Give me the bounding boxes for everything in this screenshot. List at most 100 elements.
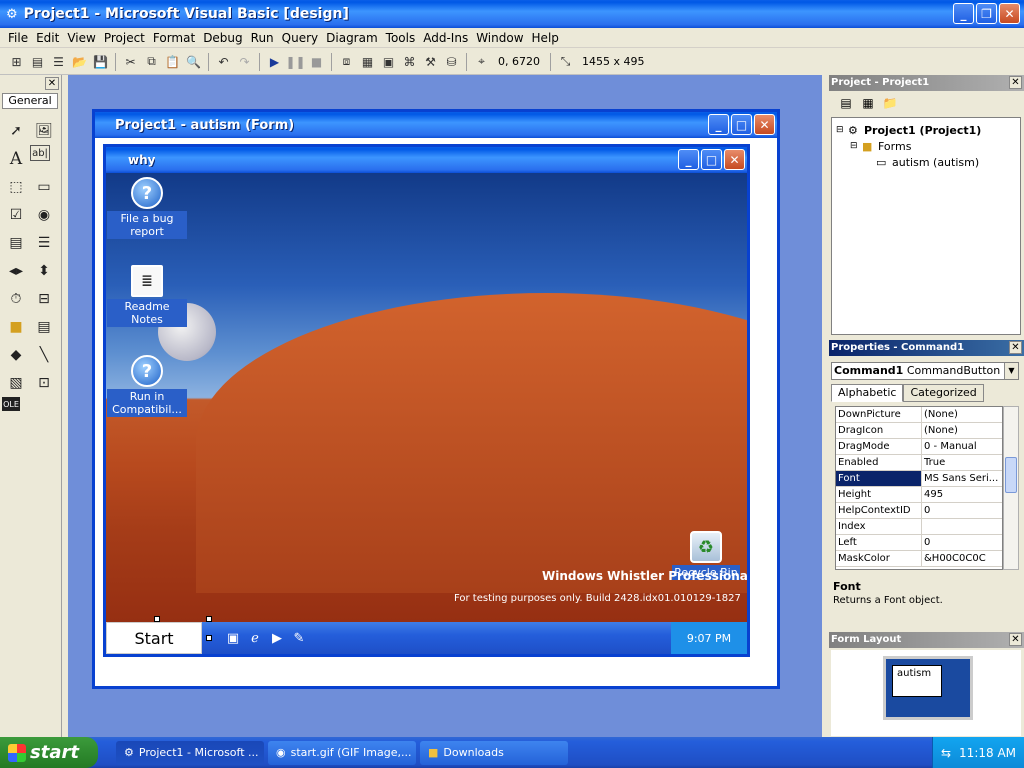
media-icon[interactable]: ▶ <box>266 629 288 647</box>
dirlist-icon[interactable]: ■ <box>2 313 30 341</box>
property-row[interactable]: DownPicture (None) <box>836 407 1002 423</box>
line-icon[interactable]: ╲ <box>30 341 58 369</box>
filelist-icon[interactable]: ▤ <box>30 313 58 341</box>
shape-icon[interactable]: ◆ <box>2 341 30 369</box>
system-clock[interactable]: 11:18 AM <box>959 746 1016 760</box>
menu-file[interactable]: File <box>4 31 32 45</box>
properties-panel-close-button[interactable]: ✕ <box>1009 341 1022 354</box>
redo-icon[interactable]: ↷ <box>234 52 255 72</box>
start-icon[interactable]: ▶ <box>264 52 285 72</box>
menu-edit[interactable]: Edit <box>32 31 63 45</box>
pointer-icon[interactable]: ➚ <box>2 117 30 145</box>
form-maximize-button[interactable]: □ <box>731 114 752 135</box>
desktop-icon-compatibility[interactable]: ? Run in Compatibil... <box>107 355 187 417</box>
property-row[interactable]: Index <box>836 519 1002 535</box>
property-row[interactable]: Enabled True <box>836 455 1002 471</box>
cut-icon[interactable]: ✂ <box>120 52 141 72</box>
desktop-icon[interactable]: ▣ <box>222 629 244 647</box>
command1-start-button[interactable]: Start <box>106 622 202 654</box>
timer-icon[interactable]: ⏱ <box>2 285 30 313</box>
property-value[interactable]: (None) <box>922 423 1002 438</box>
property-row[interactable]: DragIcon (None) <box>836 423 1002 439</box>
undo-icon[interactable]: ↶ <box>213 52 234 72</box>
checkbox-icon[interactable]: ☑ <box>2 201 30 229</box>
add-project-icon[interactable]: ⊞ <box>6 52 27 72</box>
menu-diagram[interactable]: Diagram <box>322 31 382 45</box>
label-icon[interactable]: A <box>2 145 30 173</box>
tab-alphabetic[interactable]: Alphabetic <box>831 384 904 402</box>
toggle-folders-icon[interactable]: 📁 <box>879 94 901 112</box>
minimize-button[interactable]: _ <box>953 3 974 24</box>
textbox-icon[interactable]: ab| <box>30 145 50 161</box>
toolbox-icon[interactable]: ⚒ <box>420 52 441 72</box>
menu-query[interactable]: Query <box>278 31 322 45</box>
why-close-button[interactable]: ✕ <box>724 149 745 170</box>
menu-format[interactable]: Format <box>149 31 199 45</box>
property-value[interactable]: 0 <box>922 503 1002 518</box>
menu-editor-icon[interactable]: ☰ <box>48 52 69 72</box>
property-value[interactable]: 495 <box>922 487 1002 502</box>
property-row[interactable]: Left 0 <box>836 535 1002 551</box>
why-maximize-button[interactable]: □ <box>701 149 722 170</box>
ole-icon[interactable]: OLE <box>2 397 20 411</box>
why-minimize-button[interactable]: _ <box>678 149 699 170</box>
frame-icon[interactable]: ⬚ <box>2 173 30 201</box>
menu-help[interactable]: Help <box>528 31 563 45</box>
taskbar-button-vb[interactable]: ⚙ Project1 - Microsoft ... <box>116 740 264 765</box>
property-row-selected[interactable]: Font MS Sans Seri... <box>836 471 1002 487</box>
os-start-button[interactable]: start <box>0 737 98 768</box>
property-row[interactable]: HelpContextID 0 <box>836 503 1002 519</box>
property-row[interactable]: DragMode 0 - Manual <box>836 439 1002 455</box>
property-row[interactable]: MaskColor &H00C0C0C <box>836 551 1002 567</box>
form-preview[interactable]: autism <box>892 665 942 697</box>
desktop-icon-bug-report[interactable]: ? File a bug report <box>107 177 187 239</box>
form-layout-icon[interactable]: ▣ <box>378 52 399 72</box>
form-layout-close-button[interactable]: ✕ <box>1009 633 1022 646</box>
selection-handle[interactable] <box>206 616 212 622</box>
vscrollbar-icon[interactable]: ⬍ <box>30 257 58 285</box>
paint-icon[interactable]: ✎ <box>288 629 310 647</box>
form-close-button[interactable]: ✕ <box>754 114 775 135</box>
property-value[interactable]: 0 <box>922 535 1002 550</box>
property-value[interactable]: MS Sans Seri... <box>922 471 1002 486</box>
menu-tools[interactable]: Tools <box>382 31 420 45</box>
copy-icon[interactable]: ⧉ <box>141 52 162 72</box>
menu-debug[interactable]: Debug <box>199 31 246 45</box>
property-value[interactable]: (None) <box>922 407 1002 422</box>
close-button[interactable]: ✕ <box>999 3 1020 24</box>
property-value[interactable] <box>922 519 1002 534</box>
ie-icon[interactable]: ℯ <box>244 629 266 647</box>
restore-button[interactable]: ❐ <box>976 3 997 24</box>
project-explorer-icon[interactable]: ⧈ <box>336 52 357 72</box>
object-browser-icon[interactable]: ⌘ <box>399 52 420 72</box>
add-form-icon[interactable]: ▤ <box>27 52 48 72</box>
break-icon[interactable]: ❚❚ <box>285 52 306 72</box>
collapse-icon[interactable]: ⊟ <box>836 125 848 135</box>
end-icon[interactable]: ■ <box>306 52 327 72</box>
data-view-icon[interactable]: ⛁ <box>441 52 462 72</box>
tree-item-project[interactable]: ⊟ ⚙ Project1 (Project1) <box>836 122 1016 138</box>
property-value[interactable]: True <box>922 455 1002 470</box>
selection-handle[interactable] <box>154 616 160 622</box>
toolbox-tab-general[interactable]: General <box>2 93 58 109</box>
data-icon[interactable]: ⊡ <box>30 369 58 397</box>
paste-icon[interactable]: 📋 <box>162 52 183 72</box>
toolbox-close-button[interactable]: ✕ <box>45 77 59 90</box>
tree-item-forms[interactable]: ⊟ ■ Forms <box>836 138 1016 154</box>
find-icon[interactable]: 🔍 <box>183 52 204 72</box>
why-form-window[interactable]: why _ □ ✕ ? File a bug report ≣ Readme N… <box>103 144 750 657</box>
tab-categorized[interactable]: Categorized <box>903 384 984 402</box>
network-icon[interactable]: ⇆ <box>941 746 951 760</box>
tree-item-autism[interactable]: ▭ autism (autism) <box>836 154 1016 170</box>
combobox-icon[interactable]: ▤ <box>2 229 30 257</box>
open-icon[interactable]: 📂 <box>69 52 90 72</box>
menu-view[interactable]: View <box>63 31 99 45</box>
selection-handle[interactable] <box>206 635 212 641</box>
menu-window[interactable]: Window <box>472 31 527 45</box>
form-minimize-button[interactable]: _ <box>708 114 729 135</box>
commandbutton-icon[interactable]: ▭ <box>30 173 58 201</box>
view-object-icon[interactable]: ▦ <box>857 94 879 112</box>
optionbutton-icon[interactable]: ◉ <box>30 201 58 229</box>
desktop-icon-readme[interactable]: ≣ Readme Notes <box>107 265 187 327</box>
image-icon[interactable]: ▧ <box>2 369 30 397</box>
